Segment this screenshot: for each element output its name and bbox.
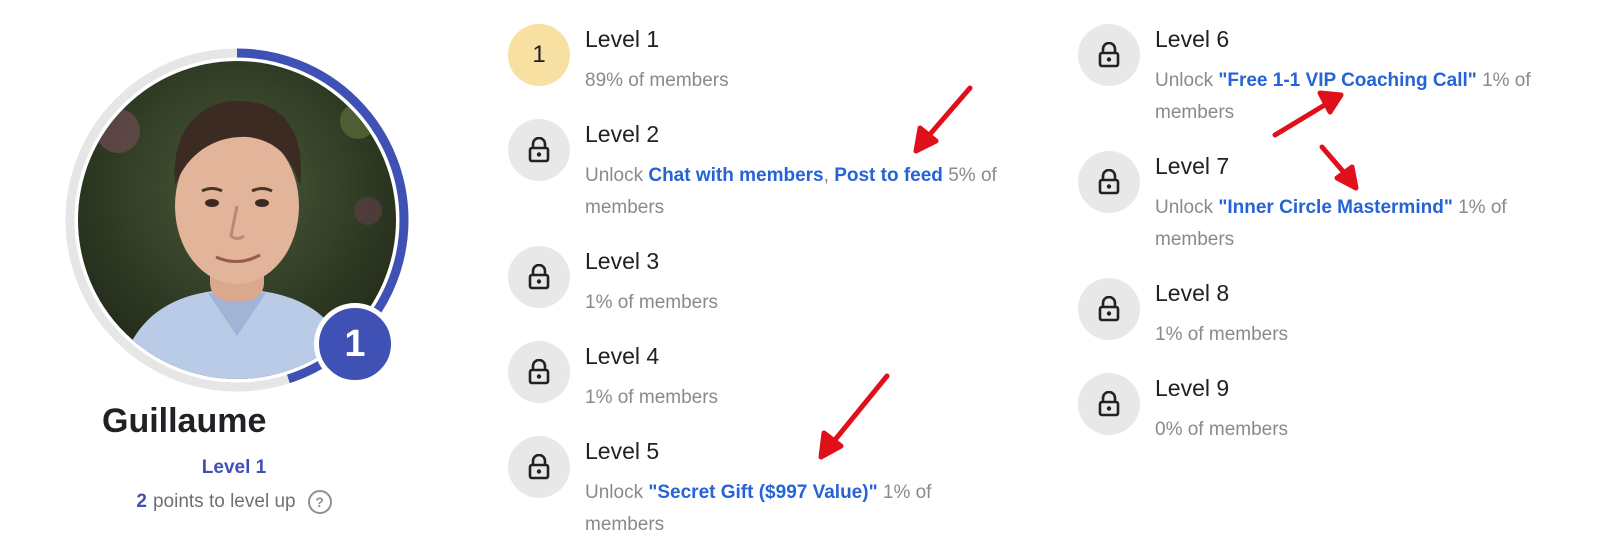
level-item-8: Level 8 1% of members [1078,278,1548,348]
lock-icon [1078,151,1140,213]
current-level-badge: 1 [508,24,570,86]
level-members-pct: 89% of members [585,70,729,91]
lock-icon [508,341,570,403]
level-item-9: Level 9 0% of members [1078,373,1548,443]
level-item-6: Level 6 Unlock "Free 1-1 VIP Coaching Ca… [1078,24,1558,134]
unlock-link-inner-circle-mastermind[interactable]: "Inner Circle Mastermind" [1218,197,1452,218]
level-item-3: Level 3 1% of members [508,246,978,316]
unlock-prefix: Unlock [585,482,644,503]
lock-icon [508,246,570,308]
level-title: Level 9 [1155,375,1230,401]
points-to-level-up: 2 points to level up ? [0,490,468,514]
level-description: Unlock "Inner Circle Mastermind" 1% of m… [1155,192,1535,256]
user-name: Guillaume [102,402,267,440]
level-item-2: Level 2 Unlock Chat with members, Post t… [508,119,1028,229]
unlock-link-post-to-feed[interactable]: Post to feed [834,165,943,186]
level-description: Unlock Chat with members, Post to feed 5… [585,160,1025,224]
level-title: Level 6 [1155,26,1230,52]
level-badge: 1 [314,303,396,385]
lock-icon [508,436,570,498]
level-description: Unlock "Secret Gift ($997 Value)" 1% of … [585,477,965,541]
avatar[interactable]: 1 [62,45,412,395]
points-label: points to level up [152,491,296,512]
lock-icon [508,119,570,181]
points-value: 2 [136,491,147,512]
profile-panel: 1 Guillaume Level 1 2 points to level up… [0,0,480,557]
level-members-pct: 1% of members [1155,324,1289,345]
level-members-pct: 1% of members [585,292,719,313]
level-item-1: 1 Level 1 89% of members [508,24,978,94]
level-members-pct: 0% of members [1155,419,1289,440]
lock-icon [1078,24,1140,86]
lock-icon [1078,373,1140,435]
unlock-prefix: Unlock [1155,70,1214,91]
level-description: Unlock "Free 1-1 VIP Coaching Call" 1% o… [1155,65,1555,129]
level-title: Level 2 [585,121,660,147]
level-title: Level 8 [1155,280,1230,306]
unlock-prefix: Unlock [1155,197,1214,218]
lock-icon [1078,278,1140,340]
level-item-5: Level 5 Unlock "Secret Gift ($997 Value)… [508,436,978,546]
level-title: Level 5 [585,438,660,464]
level-title: Level 3 [585,248,660,274]
separator: , [823,165,829,186]
level-members-pct: 1% of members [585,387,719,408]
level-title: Level 7 [1155,153,1230,179]
user-level-label: Level 1 [201,457,267,478]
unlock-link-secret-gift[interactable]: "Secret Gift ($997 Value)" [648,482,877,503]
level-item-7: Level 7 Unlock "Inner Circle Mastermind"… [1078,151,1558,261]
level-title: Level 4 [585,343,660,369]
help-icon[interactable]: ? [307,490,332,514]
unlock-link-chat-with-members[interactable]: Chat with members [648,165,823,186]
level-title: Level 1 [585,26,660,52]
unlock-link-vip-coaching-call[interactable]: "Free 1-1 VIP Coaching Call" [1218,70,1476,91]
level-item-4: Level 4 1% of members [508,341,978,411]
unlock-prefix: Unlock [585,165,644,186]
